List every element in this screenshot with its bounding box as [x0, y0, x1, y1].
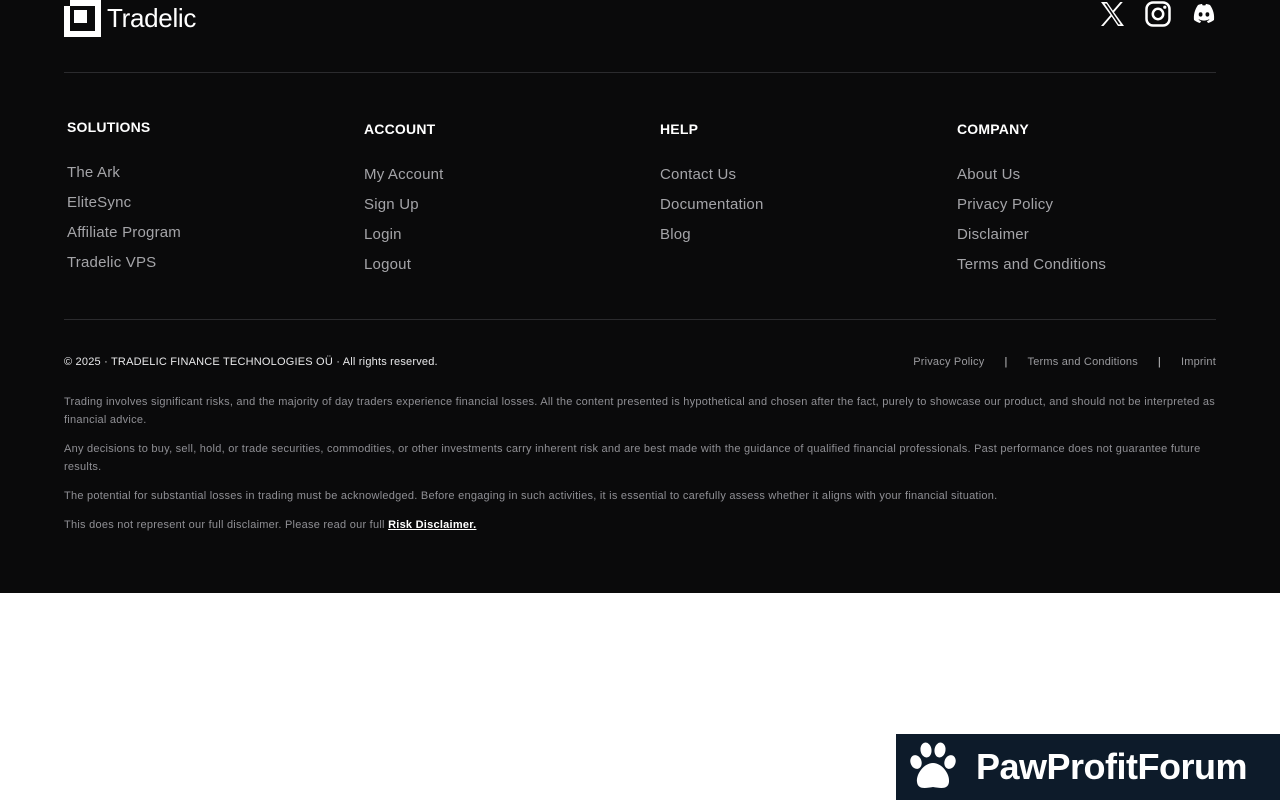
disclaimer-paragraph-final: This does not represent our full disclai… — [64, 516, 1216, 534]
risk-disclaimer-link[interactable]: Risk Disclaimer. — [388, 519, 476, 531]
pawprofitforum-watermark[interactable]: PawProfitForum — [896, 734, 1280, 800]
footer-link-logout[interactable]: Logout — [364, 250, 444, 280]
x-link[interactable] — [1098, 0, 1126, 28]
legal-links: Privacy Policy | Terms and Conditions | … — [913, 356, 1216, 368]
instagram-link[interactable] — [1144, 0, 1172, 28]
footer-column-account: ACCOUNT My Account Sign Up Login Logout — [364, 120, 444, 280]
disclaimer-paragraph: The potential for substantial losses in … — [64, 490, 998, 502]
column-title: COMPANY — [957, 121, 1029, 137]
footer-link-documentation[interactable]: Documentation — [660, 190, 764, 220]
footer-link-login[interactable]: Login — [364, 220, 444, 250]
footer-column-solutions: SOLUTIONS The Ark EliteSync Affiliate Pr… — [67, 118, 181, 278]
footer-link-the-ark[interactable]: The Ark — [67, 158, 181, 188]
footer-column-company: COMPANY About Us Privacy Policy Disclaim… — [957, 120, 1106, 280]
footer-link-my-account[interactable]: My Account — [364, 160, 444, 190]
social-links — [1098, 0, 1218, 28]
site-footer: Tradelic SOLUTIONS The Ark EliteSync Aff… — [0, 0, 1280, 593]
discord-link[interactable] — [1190, 0, 1218, 28]
x-icon — [1101, 2, 1124, 26]
footer-column-help: HELP Contact Us Documentation Blog — [660, 120, 764, 250]
instagram-icon — [1145, 1, 1171, 27]
brand-logo[interactable]: Tradelic — [64, 0, 196, 37]
tradelic-logo-icon — [64, 0, 101, 37]
legal-separator: | — [1157, 356, 1161, 368]
paw-icon — [910, 742, 956, 788]
footer-link-disclaimer[interactable]: Disclaimer — [957, 220, 1106, 250]
legal-link-privacy-policy[interactable]: Privacy Policy — [913, 356, 984, 368]
footer-link-about-us[interactable]: About Us — [957, 160, 1106, 190]
disclaimer-paragraph: Any decisions to buy, sell, hold, or tra… — [64, 443, 1201, 473]
brand-name: Tradelic — [107, 3, 197, 33]
column-title: SOLUTIONS — [67, 119, 151, 135]
disclaimer-prefix: This does not represent our full disclai… — [64, 519, 385, 531]
footer-link-elitesync[interactable]: EliteSync — [67, 188, 181, 218]
column-title: ACCOUNT — [364, 121, 436, 137]
footer-link-privacy-policy[interactable]: Privacy Policy — [957, 190, 1106, 220]
footer-link-sign-up[interactable]: Sign Up — [364, 190, 444, 220]
footer-link-tradelic-vps[interactable]: Tradelic VPS — [67, 248, 181, 278]
disclaimer-paragraph: Trading involves significant risks, and … — [64, 396, 1215, 426]
watermark-text: PawProfitForum — [976, 746, 1248, 787]
discord-icon — [1193, 4, 1215, 23]
column-title: HELP — [660, 121, 699, 137]
risk-disclaimer: Trading involves significant risks, and … — [64, 393, 1216, 545]
footer-link-affiliate-program[interactable]: Affiliate Program — [67, 218, 181, 248]
footer-link-contact-us[interactable]: Contact Us — [660, 160, 764, 190]
footer-link-terms-and-conditions[interactable]: Terms and Conditions — [957, 250, 1106, 280]
footer-link-blog[interactable]: Blog — [660, 220, 764, 250]
bottom-divider — [64, 319, 1216, 320]
legal-link-imprint[interactable]: Imprint — [1181, 356, 1216, 368]
legal-link-terms-and-conditions[interactable]: Terms and Conditions — [1028, 356, 1138, 368]
top-divider — [64, 72, 1216, 73]
copyright-text: © 2025 · TRADELIC FINANCE TECHNOLOGIES O… — [64, 356, 438, 368]
legal-separator: | — [1004, 356, 1008, 368]
